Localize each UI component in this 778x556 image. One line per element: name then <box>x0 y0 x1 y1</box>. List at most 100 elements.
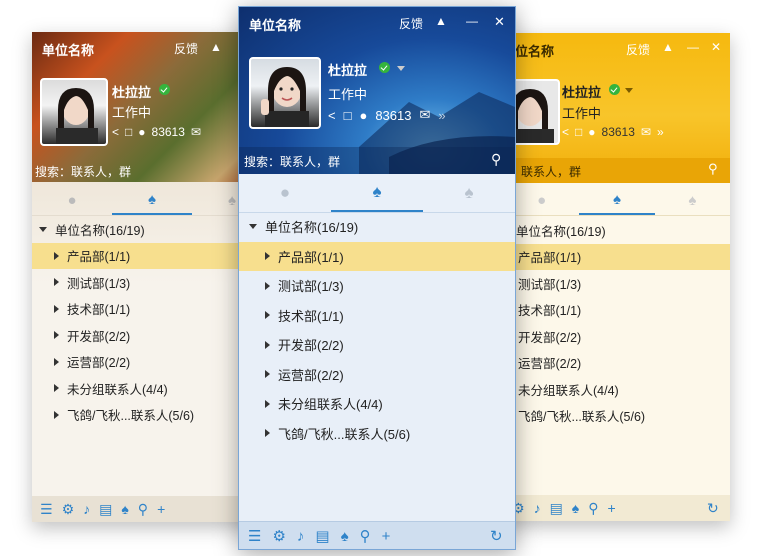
tree-group[interactable]: 飞鸽/飞秋...联系人(5/6) <box>239 419 515 449</box>
tree-group[interactable]: 测试部(1/3) <box>504 270 730 297</box>
search-icon[interactable]: ⚲ <box>708 161 718 177</box>
avatar[interactable] <box>249 57 321 129</box>
skin-icon[interactable]: ▲ <box>435 14 447 28</box>
tree-group[interactable]: 产品部(1/1) <box>32 242 272 269</box>
search-bar[interactable]: 搜索：联系人，群 ⚲ <box>239 147 515 174</box>
piggy-bank-icon[interactable]: ● <box>138 125 145 139</box>
tree-group[interactable]: 技术部(1/1) <box>32 296 272 323</box>
tab-contacts[interactable]: ♠ <box>331 174 423 212</box>
expand-arrow-icon <box>54 278 59 287</box>
volume-icon[interactable]: ♪ <box>83 501 90 517</box>
settings-icon[interactable]: ⚙ <box>272 527 285 545</box>
skin-icon[interactable]: ▲ <box>210 40 222 54</box>
contact-tree: 单位名称(16/19) 产品部(1/1) 测试部(1/3) 技术部(1/1) 开… <box>504 217 730 429</box>
search-icon[interactable]: ⚲ <box>138 501 148 518</box>
message-icon[interactable]: □ <box>125 125 132 139</box>
search-icon[interactable]: ⚲ <box>588 500 598 517</box>
tree-group[interactable]: 技术部(1/1) <box>504 297 730 324</box>
status-dropdown-icon[interactable] <box>397 66 405 71</box>
footer-toolbar: ☰ ⚙ ♪ ▤ ♠ ⚲ + ↻ <box>239 521 515 549</box>
tree-group[interactable]: 未分组联系人(4/4) <box>504 376 730 403</box>
tab-groups[interactable]: ♠ <box>655 185 730 215</box>
status-dropdown-icon[interactable] <box>625 88 633 93</box>
tree-group[interactable]: 飞鸽/飞秋...联系人(5/6) <box>32 402 272 429</box>
more-icon[interactable]: » <box>438 108 445 123</box>
tree-group[interactable]: 产品部(1/1) <box>239 241 515 271</box>
add-icon[interactable]: + <box>608 500 616 516</box>
mail-icon[interactable]: ✉ <box>641 125 651 139</box>
file-icon[interactable]: ▤ <box>315 527 329 545</box>
tree-group[interactable]: 运营部(2/2) <box>32 349 272 376</box>
tree-group[interactable]: 未分组联系人(4/4) <box>239 389 515 419</box>
volume-icon[interactable]: ♪ <box>297 528 305 545</box>
search-bar[interactable]: 搜索：联系人，群 ⚲ <box>504 158 730 183</box>
minimize-button[interactable]: — <box>466 14 478 28</box>
refresh-icon[interactable]: ↻ <box>707 500 719 517</box>
share-icon[interactable]: < <box>112 125 119 139</box>
message-icon[interactable]: □ <box>575 125 582 139</box>
avatar[interactable] <box>40 78 108 146</box>
tree-root[interactable]: 单位名称(16/19) <box>239 212 515 242</box>
file-icon[interactable]: ▤ <box>550 500 563 517</box>
tree-group[interactable]: 运营部(2/2) <box>239 360 515 390</box>
add-contact-icon[interactable]: ♠ <box>121 501 128 517</box>
tab-groups[interactable]: ♠ <box>423 174 515 212</box>
menu-icon[interactable]: ☰ <box>40 501 53 518</box>
avatar[interactable] <box>512 79 560 145</box>
profile-tools: < □ ● 83613 ✉ <box>112 125 201 139</box>
piggy-bank-icon[interactable]: ● <box>359 108 367 123</box>
settings-icon[interactable]: ⚙ <box>62 501 75 518</box>
volume-icon[interactable]: ♪ <box>534 500 541 516</box>
skin-icon[interactable]: ▲ <box>662 40 674 54</box>
feedback-link[interactable]: 反馈 <box>174 40 198 57</box>
tree-group[interactable]: 运营部(2/2) <box>504 350 730 377</box>
tab-chat[interactable]: ● <box>239 174 331 212</box>
tab-contacts[interactable]: ♠ <box>579 185 655 215</box>
tree-group[interactable]: 开发部(2/2) <box>504 323 730 350</box>
mail-icon[interactable]: ✉ <box>191 125 201 139</box>
add-icon[interactable]: + <box>157 501 165 517</box>
tree-root[interactable]: 单位名称(16/19) <box>504 217 730 244</box>
online-status-icon <box>609 84 620 95</box>
expand-arrow-icon <box>54 410 59 419</box>
tree-root[interactable]: 单位名称(16/19) <box>32 216 272 243</box>
mail-icon[interactable]: ✉ <box>419 107 430 123</box>
close-button[interactable]: ✕ <box>494 14 505 30</box>
tree-group[interactable]: 开发部(2/2) <box>239 330 515 360</box>
search-icon[interactable]: ⚲ <box>360 527 371 545</box>
tree-group[interactable]: 产品部(1/1) <box>504 243 730 270</box>
menu-icon[interactable]: ☰ <box>248 527 261 545</box>
more-icon[interactable]: » <box>657 125 664 139</box>
profile-tools: < □ ● 83613 ✉ » <box>562 125 664 139</box>
message-icon[interactable]: □ <box>344 108 352 123</box>
user-status[interactable]: 工作中 <box>328 84 367 103</box>
close-button[interactable]: ✕ <box>711 40 721 54</box>
add-contact-icon[interactable]: ♠ <box>341 528 349 545</box>
user-status[interactable]: 工作中 <box>112 102 151 121</box>
tab-chat[interactable]: ● <box>32 185 112 215</box>
search-icon[interactable]: ⚲ <box>491 151 501 168</box>
tab-contacts[interactable]: ♠ <box>112 185 192 215</box>
chat-icon: ● <box>279 183 291 202</box>
tree-group[interactable]: 测试部(1/3) <box>32 269 272 296</box>
feedback-link[interactable]: 反馈 <box>399 15 423 32</box>
tree-group[interactable]: 开发部(2/2) <box>32 322 272 349</box>
feedback-link[interactable]: 反馈 <box>626 41 650 58</box>
minimize-button[interactable]: — <box>687 40 699 54</box>
add-contact-icon[interactable]: ♠ <box>572 500 579 516</box>
tree-group[interactable]: 测试部(1/3) <box>239 271 515 301</box>
refresh-icon[interactable]: ↻ <box>490 527 503 545</box>
tree-group[interactable]: 飞鸽/飞秋...联系人(5/6) <box>504 403 730 430</box>
piggy-bank-icon[interactable]: ● <box>588 125 595 139</box>
share-icon[interactable]: < <box>562 125 569 139</box>
tree-group[interactable]: 技术部(1/1) <box>239 301 515 331</box>
app-title: 单位名称 <box>42 43 95 58</box>
footer-toolbar: ☰ ⚙ ♪ ▤ ♠ ⚲ + <box>32 496 272 522</box>
tree-group[interactable]: 未分组联系人(4/4) <box>32 375 272 402</box>
search-input[interactable]: 搜索：联系人，群 <box>35 163 131 180</box>
search-input[interactable]: 搜索：联系人，群 <box>244 153 340 170</box>
add-icon[interactable]: + <box>382 528 391 545</box>
share-icon[interactable]: < <box>328 108 336 123</box>
file-icon[interactable]: ▤ <box>99 501 112 518</box>
user-status[interactable]: 工作中 <box>562 103 601 122</box>
